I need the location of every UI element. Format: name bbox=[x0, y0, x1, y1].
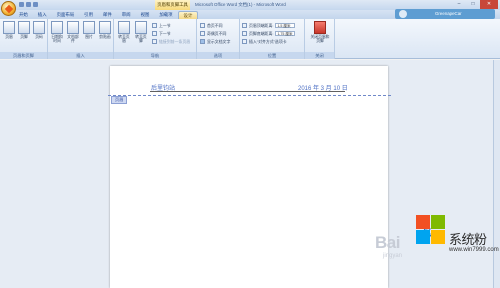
checkbox-icon bbox=[200, 31, 205, 36]
clip-art-icon bbox=[99, 21, 111, 34]
vertical-scrollbar[interactable] bbox=[493, 60, 500, 288]
tab-addins[interactable]: 加载项 bbox=[154, 11, 177, 19]
odd-even-checkbox[interactable]: 奇偶页不同 bbox=[200, 30, 226, 37]
tab-design[interactable]: 设计 bbox=[177, 11, 199, 19]
undo-icon[interactable] bbox=[26, 2, 31, 7]
window-controls: – □ ✕ bbox=[452, 0, 498, 9]
ribbon: 页眉 页脚 页码 页眉和页脚 日期和时间 文档部件 图片 剪贴画 插入 转至页眉… bbox=[0, 19, 500, 59]
checkbox-checked-icon bbox=[200, 39, 205, 44]
footer-distance-input[interactable]: 1.75 厘米 bbox=[275, 31, 296, 36]
goto-header-button[interactable]: 转至页眉 bbox=[117, 21, 131, 44]
link-icon bbox=[152, 39, 157, 44]
ribbon-tabs: 开始 插入 页面布局 引用 邮件 审阅 视图 加载项 设计 bbox=[14, 11, 199, 19]
footer-icon bbox=[18, 21, 30, 34]
tab-review[interactable]: 审阅 bbox=[117, 11, 136, 19]
group-label: 插入 bbox=[48, 52, 113, 59]
tab-view[interactable]: 视图 bbox=[136, 11, 155, 19]
site-name-watermark: 系统粉 bbox=[449, 233, 487, 248]
align-tab-icon bbox=[242, 39, 247, 44]
prev-section-button[interactable]: 上一节 bbox=[152, 22, 171, 29]
show-text-checkbox[interactable]: 显示文档文字 bbox=[200, 38, 230, 45]
document-page[interactable] bbox=[110, 66, 388, 288]
header-distance-field: 页眉顶端距离: 1.5 厘米 bbox=[242, 22, 296, 29]
user-account[interactable]: GreenapeCar bbox=[395, 9, 495, 19]
first-page-checkbox[interactable]: 首页不同 bbox=[200, 22, 223, 29]
picture-icon bbox=[83, 21, 95, 34]
user-name: GreenapeCar bbox=[435, 11, 462, 16]
tab-mailings[interactable]: 邮件 bbox=[98, 11, 117, 19]
clip-art-button[interactable]: 剪贴画 bbox=[98, 21, 112, 39]
group-header-footer: 页眉 页脚 页码 页眉和页脚 bbox=[0, 19, 48, 59]
checkbox-icon bbox=[200, 23, 205, 28]
header-tag: 页眉 bbox=[111, 96, 128, 104]
avatar bbox=[399, 10, 407, 18]
quick-access-toolbar bbox=[19, 2, 38, 7]
window-title: Microsoft Office Word 文档(1) - Microsoft … bbox=[195, 2, 286, 7]
header-icon bbox=[3, 21, 15, 34]
header-underline bbox=[150, 91, 345, 92]
office-button[interactable] bbox=[1, 1, 16, 16]
tab-page-layout[interactable]: 页面布局 bbox=[52, 11, 80, 19]
date-time-button[interactable]: 日期和时间 bbox=[50, 21, 64, 44]
doc-parts-icon bbox=[67, 21, 79, 34]
group-label: 关闭 bbox=[305, 52, 334, 59]
baidu-watermark: Bai bbox=[375, 233, 400, 252]
group-label: 位置 bbox=[240, 52, 304, 59]
header-button[interactable]: 页眉 bbox=[2, 21, 16, 39]
minimize-button[interactable]: – bbox=[452, 0, 466, 9]
tab-references[interactable]: 引用 bbox=[79, 11, 98, 19]
group-label: 导航 bbox=[114, 52, 196, 59]
group-options: 首页不同 奇偶页不同 显示文档文字 选项 bbox=[197, 19, 240, 59]
group-close: 关闭页眉和页脚 关闭 bbox=[305, 19, 335, 59]
link-to-previous-button[interactable]: 链接到前一条页眉 bbox=[152, 38, 190, 45]
close-window-button[interactable]: ✕ bbox=[480, 0, 498, 9]
maximize-button[interactable]: □ bbox=[466, 0, 480, 9]
site-url-watermark: www.win7999.com bbox=[449, 247, 499, 253]
doc-parts-button[interactable]: 文档部件 bbox=[66, 21, 80, 44]
close-icon bbox=[314, 21, 326, 34]
group-navigation: 转至页眉 转至页脚 上一节 下一节 链接到前一条页眉 导航 bbox=[114, 19, 197, 59]
calendar-icon bbox=[51, 21, 63, 34]
footer-position-icon bbox=[242, 31, 247, 36]
arrow-up-icon bbox=[152, 23, 157, 28]
windows-logo-icon bbox=[416, 215, 446, 245]
baidu-sub-watermark: jingyan bbox=[383, 253, 403, 259]
goto-footer-button[interactable]: 转至页脚 bbox=[134, 21, 148, 44]
group-insert: 日期和时间 文档部件 图片 剪贴画 插入 bbox=[48, 19, 114, 59]
context-tool-label: 页眉和页脚工具 bbox=[155, 0, 190, 10]
save-icon[interactable] bbox=[19, 2, 24, 7]
arrow-down-icon bbox=[152, 31, 157, 36]
header-distance-input[interactable]: 1.5 厘米 bbox=[275, 23, 296, 28]
page-number-icon bbox=[33, 21, 45, 34]
close-header-footer-button[interactable]: 关闭页眉和页脚 bbox=[309, 21, 331, 44]
tab-home[interactable]: 开始 bbox=[14, 11, 33, 19]
header-boundary-line bbox=[108, 95, 391, 96]
goto-footer-icon bbox=[135, 21, 147, 34]
next-section-button[interactable]: 下一节 bbox=[152, 30, 171, 37]
footer-button[interactable]: 页脚 bbox=[17, 21, 31, 39]
group-label: 页眉和页脚 bbox=[0, 52, 47, 59]
page-number-button[interactable]: 页码 bbox=[32, 21, 46, 39]
insert-alignment-tab-button[interactable]: 插入“对齐方式”选项卡 bbox=[242, 38, 287, 45]
header-position-icon bbox=[242, 23, 247, 28]
footer-distance-field: 页脚底端距离: 1.75 厘米 bbox=[242, 30, 296, 37]
redo-icon[interactable] bbox=[33, 2, 38, 7]
tab-insert[interactable]: 插入 bbox=[33, 11, 52, 19]
goto-header-icon bbox=[118, 21, 130, 34]
picture-button[interactable]: 图片 bbox=[82, 21, 96, 39]
group-position: 页眉顶端距离: 1.5 厘米 页脚底端距离: 1.75 厘米 插入“对齐方式”选… bbox=[240, 19, 305, 59]
group-label: 选项 bbox=[197, 52, 239, 59]
